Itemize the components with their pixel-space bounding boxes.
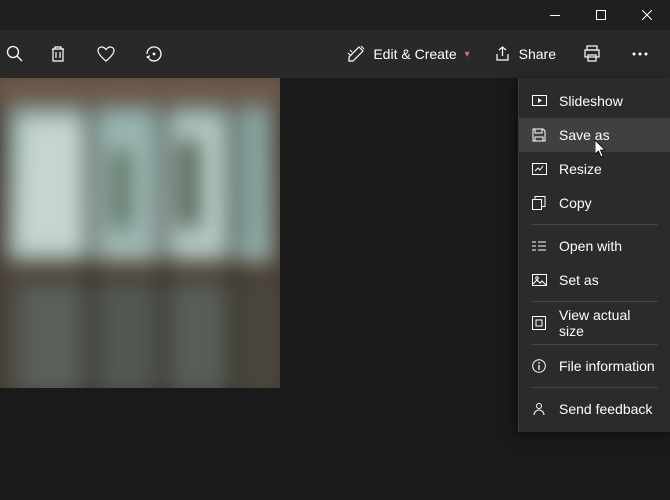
- edit-create-button[interactable]: Edit & Create ▾: [335, 30, 481, 78]
- titlebar: [0, 0, 670, 30]
- trash-icon: [50, 45, 66, 63]
- photo-image: [0, 78, 280, 388]
- actual-size-icon: [531, 315, 547, 331]
- copy-icon: [531, 195, 547, 211]
- menu-item-slideshow[interactable]: Slideshow: [519, 84, 670, 118]
- photo-viewport[interactable]: [0, 78, 280, 388]
- menu-item-label: Save as: [559, 127, 610, 143]
- rotate-button[interactable]: [130, 30, 178, 78]
- share-label: Share: [519, 46, 556, 62]
- toolbar: Edit & Create ▾ Share: [0, 30, 670, 78]
- menu-item-label: Resize: [559, 161, 602, 177]
- context-menu: Slideshow Save as Resize Copy Open with …: [518, 78, 670, 432]
- save-icon: [531, 127, 547, 143]
- menu-item-label: File information: [559, 358, 655, 374]
- menu-separator: [531, 387, 658, 388]
- maximize-button[interactable]: [578, 0, 624, 30]
- edit-icon: [347, 45, 365, 63]
- menu-item-label: Slideshow: [559, 93, 623, 109]
- menu-item-set-as[interactable]: Set as: [519, 263, 670, 297]
- minimize-button[interactable]: [532, 0, 578, 30]
- slideshow-icon: [531, 93, 547, 109]
- menu-item-label: Set as: [559, 272, 599, 288]
- share-icon: [494, 46, 511, 63]
- menu-item-open-with[interactable]: Open with: [519, 229, 670, 263]
- menu-separator: [531, 224, 658, 225]
- close-button[interactable]: [624, 0, 670, 30]
- chevron-down-icon: ▾: [465, 49, 470, 60]
- share-button[interactable]: Share: [482, 30, 568, 78]
- menu-item-send-feedback[interactable]: Send feedback: [519, 392, 670, 426]
- info-icon: [531, 358, 547, 374]
- menu-item-label: Open with: [559, 238, 622, 254]
- print-button[interactable]: [568, 30, 616, 78]
- set-as-icon: [531, 272, 547, 288]
- open-with-icon: [531, 238, 547, 254]
- menu-item-label: Copy: [559, 195, 592, 211]
- more-icon: [632, 52, 648, 56]
- menu-item-label: Send feedback: [559, 401, 652, 417]
- menu-separator: [531, 301, 658, 302]
- menu-separator: [531, 344, 658, 345]
- menu-item-save-as[interactable]: Save as: [519, 118, 670, 152]
- resize-icon: [531, 161, 547, 177]
- menu-item-file-information[interactable]: File information: [519, 349, 670, 383]
- zoom-button[interactable]: [6, 30, 34, 78]
- feedback-icon: [531, 401, 547, 417]
- edit-create-label: Edit & Create: [373, 46, 456, 62]
- menu-item-copy[interactable]: Copy: [519, 186, 670, 220]
- heart-icon: [97, 46, 115, 62]
- rotate-icon: [144, 44, 164, 64]
- search-icon: [6, 45, 24, 63]
- menu-item-resize[interactable]: Resize: [519, 152, 670, 186]
- favorite-button[interactable]: [82, 30, 130, 78]
- menu-item-view-actual-size[interactable]: View actual size: [519, 306, 670, 340]
- more-button[interactable]: [616, 30, 664, 78]
- print-icon: [583, 45, 601, 63]
- delete-button[interactable]: [34, 30, 82, 78]
- menu-item-label: View actual size: [559, 307, 658, 339]
